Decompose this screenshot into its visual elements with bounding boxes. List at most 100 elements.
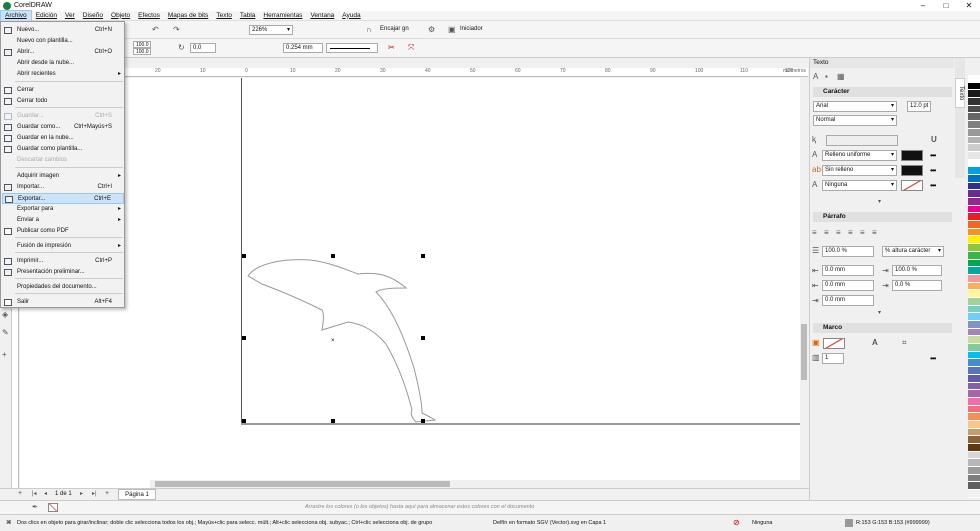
dolphin-graphic[interactable]: × [20,78,800,488]
palette-swatch[interactable] [968,90,980,99]
palette-swatch[interactable] [968,136,980,145]
palette-swatch[interactable] [968,390,980,398]
align-center-icon[interactable]: ≡ [824,228,829,238]
section-character[interactable]: Carácter [813,87,952,97]
vertical-scrollbar[interactable] [800,78,808,488]
menu-archivo[interactable]: Archivo [0,9,32,22]
underline-icon[interactable]: U [931,135,937,145]
expand-character-icon[interactable]: ▾ [878,197,881,207]
eyedropper-tool-icon[interactable]: ✎ [2,328,9,338]
outline-color-swatch-docker[interactable] [901,180,923,191]
palette-swatch[interactable] [968,98,980,106]
file-menu-item-enviar-a[interactable]: Enviar a ▸ [2,215,124,226]
palette-swatch[interactable] [968,182,980,191]
palette-swatch[interactable] [968,413,980,421]
redo-icon[interactable]: ↷ [173,25,180,35]
maximize-button[interactable]: □ [935,0,957,11]
font-style-select[interactable]: Normal ▾ [813,115,897,126]
palette-swatch[interactable] [968,420,980,429]
palette-swatch[interactable] [968,151,980,160]
file-menu-item-cerrar-todo[interactable]: Cerrar todo [2,96,124,107]
line-spacing-unit-select[interactable]: % altura carácter ▾ [882,246,944,257]
section-frame[interactable]: Marco [813,323,952,333]
kerning-field[interactable] [826,135,898,146]
file-menu-item-importar[interactable]: Importar... Ctrl+I [2,182,124,193]
text-color-swatch[interactable] [901,150,923,161]
file-menu-item-presentaci-n-preliminar[interactable]: Presentación preliminar... [2,267,124,278]
no-align-icon[interactable]: ≡ [872,228,877,238]
palette-swatch[interactable] [968,336,980,345]
launcher-icon[interactable]: ▣ [448,25,456,35]
palette-swatch[interactable] [968,367,980,375]
menu-texto[interactable]: Texto [212,11,236,21]
align-right-icon[interactable]: ≡ [836,228,841,238]
minimize-button[interactable]: – [912,0,934,11]
no-color-swatch[interactable] [48,503,58,512]
fill-tool-icon[interactable]: ◈ [2,310,8,320]
palette-swatch[interactable] [968,474,980,483]
background-settings-icon[interactable]: ••• [930,167,936,175]
add-page-before-icon[interactable]: + [18,489,22,499]
palette-swatch[interactable] [968,213,980,222]
palette-swatch[interactable] [968,274,980,283]
palette-swatch[interactable] [968,282,980,291]
convert-to-curves-icon[interactable]: ⤧ [408,43,414,53]
palette-swatch[interactable] [968,321,980,329]
word-spacing-field[interactable]: 0.0 % [892,280,942,291]
tab-texto[interactable]: Texto [955,78,965,108]
palette-swatch[interactable] [968,190,980,198]
align-left-icon[interactable]: ≡ [812,228,817,238]
palette-swatch[interactable] [968,382,980,391]
file-menu-item-nuevo[interactable]: Nuevo... Ctrl+N [2,25,124,36]
prev-page-icon[interactable]: ◂ [44,489,47,499]
line-spacing-field[interactable]: 100.0 % [822,246,874,257]
first-page-icon[interactable]: |◂ [32,489,37,499]
palette-swatch[interactable] [968,205,980,214]
text-frame-icon[interactable]: ▦ [837,72,845,82]
palette-swatch[interactable] [968,251,980,260]
palette-swatch[interactable] [968,113,980,122]
file-menu-item-exportar-para[interactable]: Exportar para ▸ [2,204,124,215]
palette-swatch[interactable] [968,259,980,268]
selection-handle[interactable] [421,419,425,423]
file-menu-item-guardar-en-la-nube[interactable]: Guardar en la nube... [2,133,124,144]
section-paragraph[interactable]: Párrafo [813,212,952,222]
palette-swatch[interactable] [968,290,980,298]
file-menu-item-cerrar[interactable]: Cerrar [2,85,124,96]
selection-handle[interactable] [331,254,335,258]
launcher-dropdown[interactable]: Iniciador [460,26,483,32]
selection-handle[interactable] [242,419,246,423]
text-char-icon[interactable]: A [813,72,818,82]
frame-text-icon[interactable]: A [872,338,878,348]
horizontal-scroll-thumb[interactable] [155,481,450,487]
palette-swatch[interactable] [968,198,980,206]
page-tab[interactable]: Página 1 [118,489,156,500]
file-menu-item-nuevo-con-plantilla[interactable]: Nuevo con plantilla... [2,36,124,47]
palette-swatch[interactable] [968,328,980,337]
angle-field[interactable]: 0.0 [190,43,216,53]
palette-swatch[interactable] [968,397,980,406]
palette-swatch[interactable] [968,351,980,360]
file-menu-item-abrir-desde-la-nube[interactable]: Abrir desde la nube... [2,58,124,69]
selection-handle[interactable] [242,336,246,340]
menu-objeto[interactable]: Objeto [107,11,134,21]
palette-swatch[interactable] [968,405,980,414]
palette-swatch[interactable] [968,467,980,475]
menu-ventana[interactable]: Ventana [306,11,338,21]
first-line-indent-field[interactable]: 0.0 mm [822,280,874,291]
palette-swatch[interactable] [968,144,980,152]
frame-fit-icon[interactable]: ⌗ [902,338,907,348]
selection-handle[interactable] [242,254,246,258]
palette-swatch[interactable] [968,436,980,444]
right-indent-field[interactable]: 0.0 mm [822,295,874,306]
selection-handle[interactable] [421,254,425,258]
left-indent-field[interactable]: 0.0 mm [822,265,874,276]
next-page-icon[interactable]: ▸ [80,489,83,499]
palette-swatch[interactable] [968,344,980,352]
palette-swatch[interactable] [968,244,980,252]
palette-swatch[interactable] [968,121,980,129]
palette-swatch[interactable] [968,444,980,452]
palette-swatch[interactable] [968,451,980,460]
palette-swatch[interactable] [968,297,980,306]
outline-settings-icon[interactable]: ••• [930,182,936,190]
